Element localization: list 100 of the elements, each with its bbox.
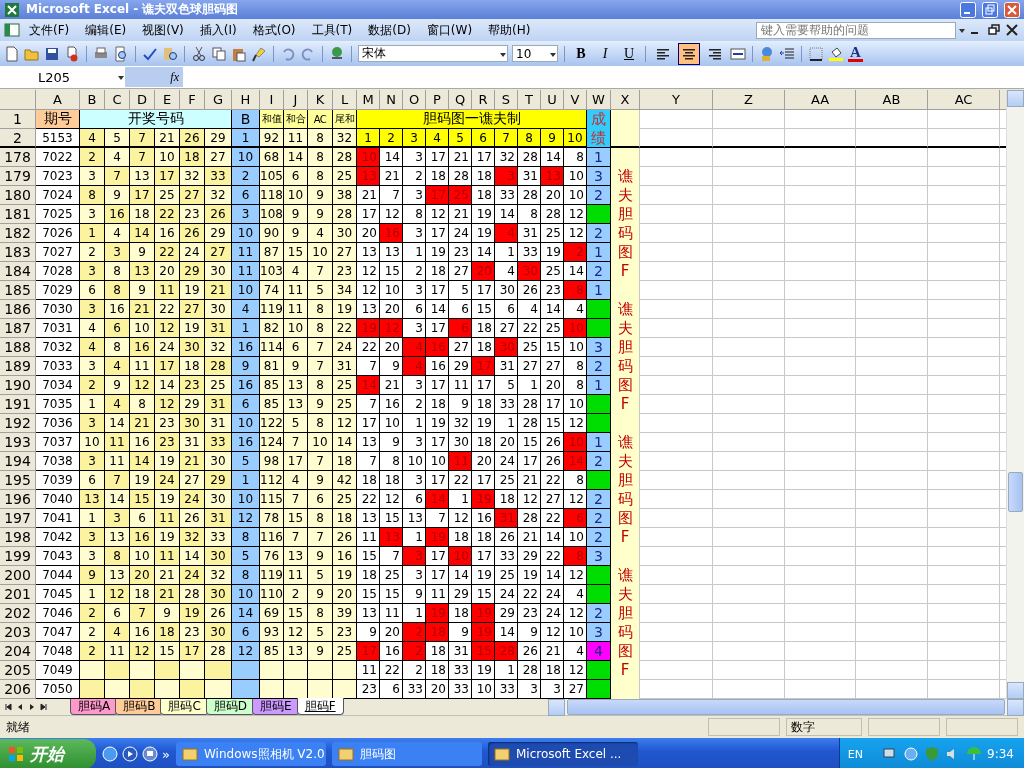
- table-cell: 15: [472, 300, 495, 319]
- decrease-indent-icon[interactable]: [779, 45, 795, 62]
- table-cell: [785, 490, 856, 509]
- score-cell: 2: [587, 509, 611, 528]
- menu-item[interactable]: 插入(I): [192, 20, 244, 40]
- menu-item[interactable]: 视图(V): [135, 20, 191, 40]
- table-cell: 8: [308, 604, 333, 623]
- table-cell: 10: [380, 414, 403, 433]
- table-cell: 28: [518, 414, 541, 433]
- table-cell: 31: [205, 509, 232, 528]
- table-cell: 7033: [36, 357, 80, 376]
- table-cell: 18: [357, 471, 380, 490]
- table-cell: [785, 129, 856, 148]
- research-icon[interactable]: [162, 45, 178, 62]
- table-cell: [180, 680, 205, 699]
- table-cell: 33: [518, 243, 541, 262]
- fill-color-icon[interactable]: [828, 45, 844, 62]
- more-button[interactable]: »: [162, 746, 170, 762]
- table-cell: 10: [232, 414, 260, 433]
- table-cell: 10: [232, 490, 260, 509]
- table-cell: 11: [155, 281, 180, 300]
- underline-button[interactable]: U: [619, 45, 639, 62]
- function-button[interactable]: fx: [125, 67, 183, 87]
- sheet-tab[interactable]: 胆码F: [296, 698, 344, 715]
- table-cell: 32: [180, 167, 205, 186]
- table-cell: 28: [518, 186, 541, 205]
- table-cell: 20: [472, 262, 495, 281]
- menu-item[interactable]: 文件(F): [22, 20, 77, 40]
- scroll-thumb[interactable]: [1008, 472, 1023, 512]
- first-sheet-icon[interactable]: [4, 703, 12, 711]
- borders-icon[interactable]: [808, 45, 824, 62]
- table-cell: 24: [541, 585, 564, 604]
- media-player-icon[interactable]: [122, 746, 138, 762]
- format-painter-icon[interactable]: [251, 45, 267, 62]
- table-cell: [611, 129, 640, 148]
- browser-icon[interactable]: [102, 746, 118, 762]
- font-color-button[interactable]: A: [848, 45, 863, 62]
- sheet-tab[interactable]: 胆码C: [160, 699, 209, 715]
- taskbar-button[interactable]: Microsoft Excel ...: [487, 742, 638, 766]
- desktop-icon[interactable]: [142, 746, 158, 762]
- align-center-icon[interactable]: [678, 42, 700, 65]
- menu-item[interactable]: 工具(T): [304, 20, 360, 40]
- save-icon[interactable]: [44, 45, 60, 62]
- dropdown-icon[interactable]: [958, 26, 966, 34]
- last-sheet-icon[interactable]: [40, 703, 48, 711]
- table-cell: [785, 509, 856, 528]
- table-cell: 32: [449, 414, 472, 433]
- table-cell: [785, 680, 856, 699]
- table-cell: [333, 680, 357, 699]
- column-header: F: [180, 90, 205, 110]
- close-icon[interactable]: [1004, 22, 1020, 38]
- table-cell: 6: [232, 395, 260, 414]
- globe-icon[interactable]: [903, 746, 920, 762]
- taskbar-button[interactable]: 胆码图: [331, 742, 482, 766]
- table-cell: 18: [426, 661, 449, 680]
- table-cell: [713, 110, 785, 129]
- menu-item[interactable]: 格式(O): [245, 20, 303, 40]
- italic-button[interactable]: I: [595, 45, 615, 62]
- taskbar-button[interactable]: Windows照相机 V2.0: [175, 742, 326, 766]
- menu-item[interactable]: 编辑(E): [78, 20, 134, 40]
- menu-item[interactable]: 窗口(W): [419, 20, 480, 40]
- currency-icon[interactable]: [759, 45, 775, 62]
- copy-icon[interactable]: [211, 45, 227, 62]
- table-cell: 23: [357, 680, 380, 699]
- table-cell: 15: [518, 433, 541, 452]
- previous-sheet-icon[interactable]: [16, 703, 24, 711]
- row-header: 197: [0, 509, 36, 528]
- cut-icon[interactable]: [191, 45, 207, 62]
- table-cell: 21: [518, 471, 541, 490]
- scroll-thumb[interactable]: [567, 699, 1005, 715]
- restore-icon[interactable]: [986, 22, 1002, 38]
- table-cell: 3: [403, 471, 426, 490]
- table-cell: 17: [155, 167, 180, 186]
- table-cell: 119: [260, 300, 284, 319]
- menu-item[interactable]: 帮助(H): [481, 20, 538, 40]
- table-cell: [785, 547, 856, 566]
- workbook-icon[interactable]: [4, 22, 20, 38]
- font-size-field[interactable]: 10: [512, 45, 558, 62]
- row-header: 180: [0, 186, 36, 205]
- table-cell: 10: [426, 452, 449, 471]
- table-cell: 5153: [36, 129, 80, 148]
- table-cell: 20: [426, 680, 449, 699]
- table-cell: 6: [449, 319, 472, 338]
- menu-item[interactable]: 数据(D): [361, 20, 418, 40]
- hyperlink-icon[interactable]: [329, 45, 345, 62]
- table-cell: [785, 623, 856, 642]
- print-preview-icon[interactable]: [113, 45, 129, 62]
- name-box[interactable]: L205: [0, 68, 125, 86]
- new-document-icon[interactable]: [4, 45, 20, 62]
- sheet-tab[interactable]: 胆码E: [252, 699, 300, 715]
- font-name-field[interactable]: 宋体: [358, 45, 508, 62]
- next-sheet-icon[interactable]: [28, 703, 36, 711]
- table-cell: 31: [518, 224, 541, 243]
- merge-center-icon[interactable]: [730, 45, 746, 62]
- table-cell: [713, 661, 785, 680]
- help-search-field[interactable]: 键入需要帮助的问题: [756, 21, 956, 39]
- bold-button[interactable]: B: [571, 45, 591, 62]
- permission-icon[interactable]: [64, 45, 80, 62]
- table-cell: 16: [130, 338, 155, 357]
- table-cell: 8: [564, 471, 587, 490]
